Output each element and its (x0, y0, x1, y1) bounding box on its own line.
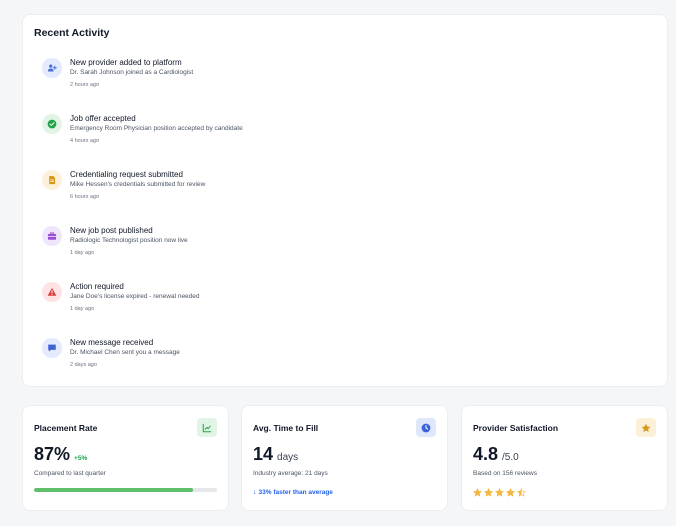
check-circle-icon (42, 114, 62, 134)
placement-rate-value-row: 87% +5% (34, 444, 87, 465)
activity-title: New message received (70, 338, 154, 347)
dashboard-page: Recent Activity New provider added to pl… (0, 0, 676, 526)
star-filled-icon (484, 488, 493, 497)
placement-progress-bar (34, 488, 217, 492)
recent-activity-title: Recent Activity (34, 27, 110, 39)
time-to-fill-subtitle: Industry average: 21 days (253, 470, 328, 477)
activity-item[interactable]: Credentialing request submitted Mike Hess… (42, 169, 657, 225)
activity-item[interactable]: New provider added to platform Dr. Sarah … (42, 57, 657, 113)
recent-activity-card: Recent Activity New provider added to pl… (22, 14, 668, 387)
warning-icon (42, 282, 62, 302)
activity-description: Emergency Room Physician position accept… (70, 125, 243, 132)
activity-time: 4 hours ago (70, 138, 100, 144)
placement-rate-subtitle: Compared to last quarter (34, 470, 106, 477)
star-filled-icon (506, 488, 515, 497)
activity-time: 1 day ago (70, 250, 95, 256)
activity-title: New provider added to platform (70, 58, 182, 67)
provider-satisfaction-unit: /5.0 (502, 452, 519, 463)
star-half-icon (517, 488, 526, 497)
clock-icon (416, 418, 436, 437)
activity-item[interactable]: Action required Jane Doe's license expire… (42, 281, 657, 337)
provider-satisfaction-subtitle: Based on 156 reviews (473, 470, 537, 477)
activity-description: Dr. Sarah Johnson joined as a Cardiologi… (70, 69, 194, 76)
activity-text: New provider added to platform Dr. Sarah … (70, 57, 193, 90)
activity-text: Action required Jane Doe's license expire… (70, 281, 200, 314)
star-filled-icon (473, 488, 482, 497)
user-plus-icon (42, 58, 62, 78)
rating-stars (473, 488, 526, 497)
document-icon (42, 170, 62, 190)
provider-satisfaction-value: 4.8 (473, 444, 499, 464)
activity-item[interactable]: New job post published Radiologic Technol… (42, 225, 657, 281)
star-icon (636, 418, 656, 437)
placement-rate-delta: +5% (74, 455, 88, 462)
activity-text: Credentialing request submitted Mike Hess… (70, 169, 205, 202)
activity-description: Mike Hessen's credentials submitted for … (70, 181, 206, 188)
activity-title: Job offer accepted (70, 114, 136, 123)
time-to-fill-note: ↓ 33% faster than average (253, 489, 333, 496)
activity-title: Action required (70, 282, 124, 291)
time-to-fill-unit: days (277, 452, 299, 463)
time-to-fill-value-row: 14 days (253, 444, 298, 465)
activity-text: New message received Dr. Michael Chen sen… (70, 337, 180, 370)
activity-time: 1 day ago (70, 306, 95, 312)
activity-time: 6 hours ago (70, 194, 100, 200)
activity-description: Jane Doe's license expired - renewal nee… (70, 293, 200, 300)
activity-description: Radiologic Technologist position now liv… (70, 237, 188, 244)
time-to-fill-card: Avg. Time to Fill 14 days Industry avera… (241, 405, 448, 511)
time-to-fill-note-text: 33% faster than average (258, 489, 333, 496)
star-filled-icon (495, 488, 504, 497)
activity-text: Job offer accepted Emergency Room Physici… (70, 113, 243, 146)
activity-list: New provider added to platform Dr. Sarah … (42, 57, 657, 393)
trend-chart-icon (197, 418, 217, 437)
time-to-fill-label: Avg. Time to Fill (253, 423, 319, 433)
activity-description: Dr. Michael Chen sent you a message (70, 349, 180, 356)
placement-progress-fill (34, 488, 194, 492)
activity-item[interactable]: Job offer accepted Emergency Room Physici… (42, 113, 657, 169)
provider-satisfaction-label: Provider Satisfaction (473, 423, 559, 433)
time-to-fill-value: 14 (253, 444, 274, 464)
activity-text: New job post published Radiologic Technol… (70, 225, 188, 258)
arrow-down-icon: ↓ (253, 489, 257, 496)
activity-time: 2 days ago (70, 362, 97, 368)
provider-satisfaction-card: Provider Satisfaction 4.8 /5.0 Based on … (461, 405, 668, 511)
activity-time: 2 hours ago (70, 82, 100, 88)
placement-rate-label: Placement Rate (34, 423, 98, 433)
provider-satisfaction-value-row: 4.8 /5.0 (473, 444, 519, 465)
briefcase-icon (42, 226, 62, 246)
activity-title: New job post published (70, 226, 153, 235)
placement-rate-card: Placement Rate 87% +5% Compared to last … (22, 405, 229, 511)
activity-title: Credentialing request submitted (70, 170, 183, 179)
placement-rate-value: 87% (34, 444, 71, 464)
message-icon (42, 338, 62, 358)
activity-item[interactable]: New message received Dr. Michael Chen sen… (42, 337, 657, 393)
